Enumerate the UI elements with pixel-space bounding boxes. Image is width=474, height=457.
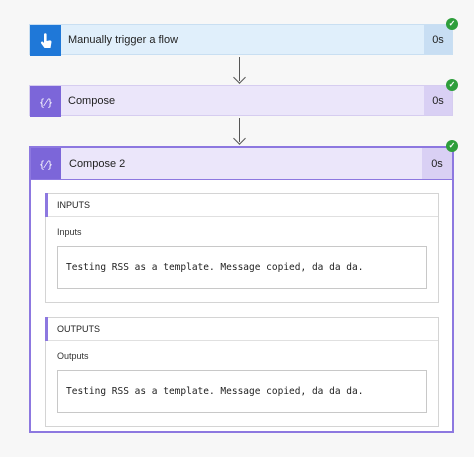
step-compose-2: {⁄} Compose 2 0s INPUTS Inputs Testing R… (29, 146, 454, 433)
success-check-icon: ✓ (446, 18, 458, 30)
outputs-panel: OUTPUTS Outputs Testing RSS as a templat… (45, 317, 439, 427)
inputs-value[interactable]: Testing RSS as a template. Message copie… (57, 246, 427, 289)
inputs-section-title: INPUTS (46, 194, 438, 217)
hand-tap-icon (30, 25, 61, 56)
outputs-section-title: OUTPUTS (46, 318, 438, 341)
outputs-value[interactable]: Testing RSS as a template. Message copie… (57, 370, 427, 413)
code-braces-icon: {⁄} (30, 86, 61, 117)
step-title: Compose (68, 94, 116, 107)
code-braces-icon: {⁄} (31, 148, 61, 179)
step-header[interactable]: {⁄} Compose 2 0s (31, 148, 452, 180)
section-accent-bar (45, 193, 48, 217)
step-duration: 0s (424, 86, 452, 115)
svg-text:{⁄}: {⁄} (38, 98, 52, 109)
section-accent-bar (45, 317, 48, 341)
step-duration: 0s (424, 25, 452, 54)
arrow-down-icon (233, 71, 246, 84)
svg-text:{⁄}: {⁄} (39, 160, 53, 171)
outputs-label: Outputs (57, 351, 89, 361)
step-title: Manually trigger a flow (68, 33, 179, 46)
step-duration: 0s (422, 148, 452, 179)
success-check-icon: ✓ (446, 140, 458, 152)
step-title: Compose 2 (69, 157, 126, 170)
success-check-icon: ✓ (446, 79, 458, 91)
arrow-down-icon (233, 132, 246, 145)
inputs-label: Inputs (57, 227, 82, 237)
step-manually-trigger[interactable]: Manually trigger a flow 0s (29, 24, 453, 56)
inputs-panel: INPUTS Inputs Testing RSS as a template.… (45, 193, 439, 303)
step-compose[interactable]: {⁄} Compose 0s (29, 85, 453, 117)
